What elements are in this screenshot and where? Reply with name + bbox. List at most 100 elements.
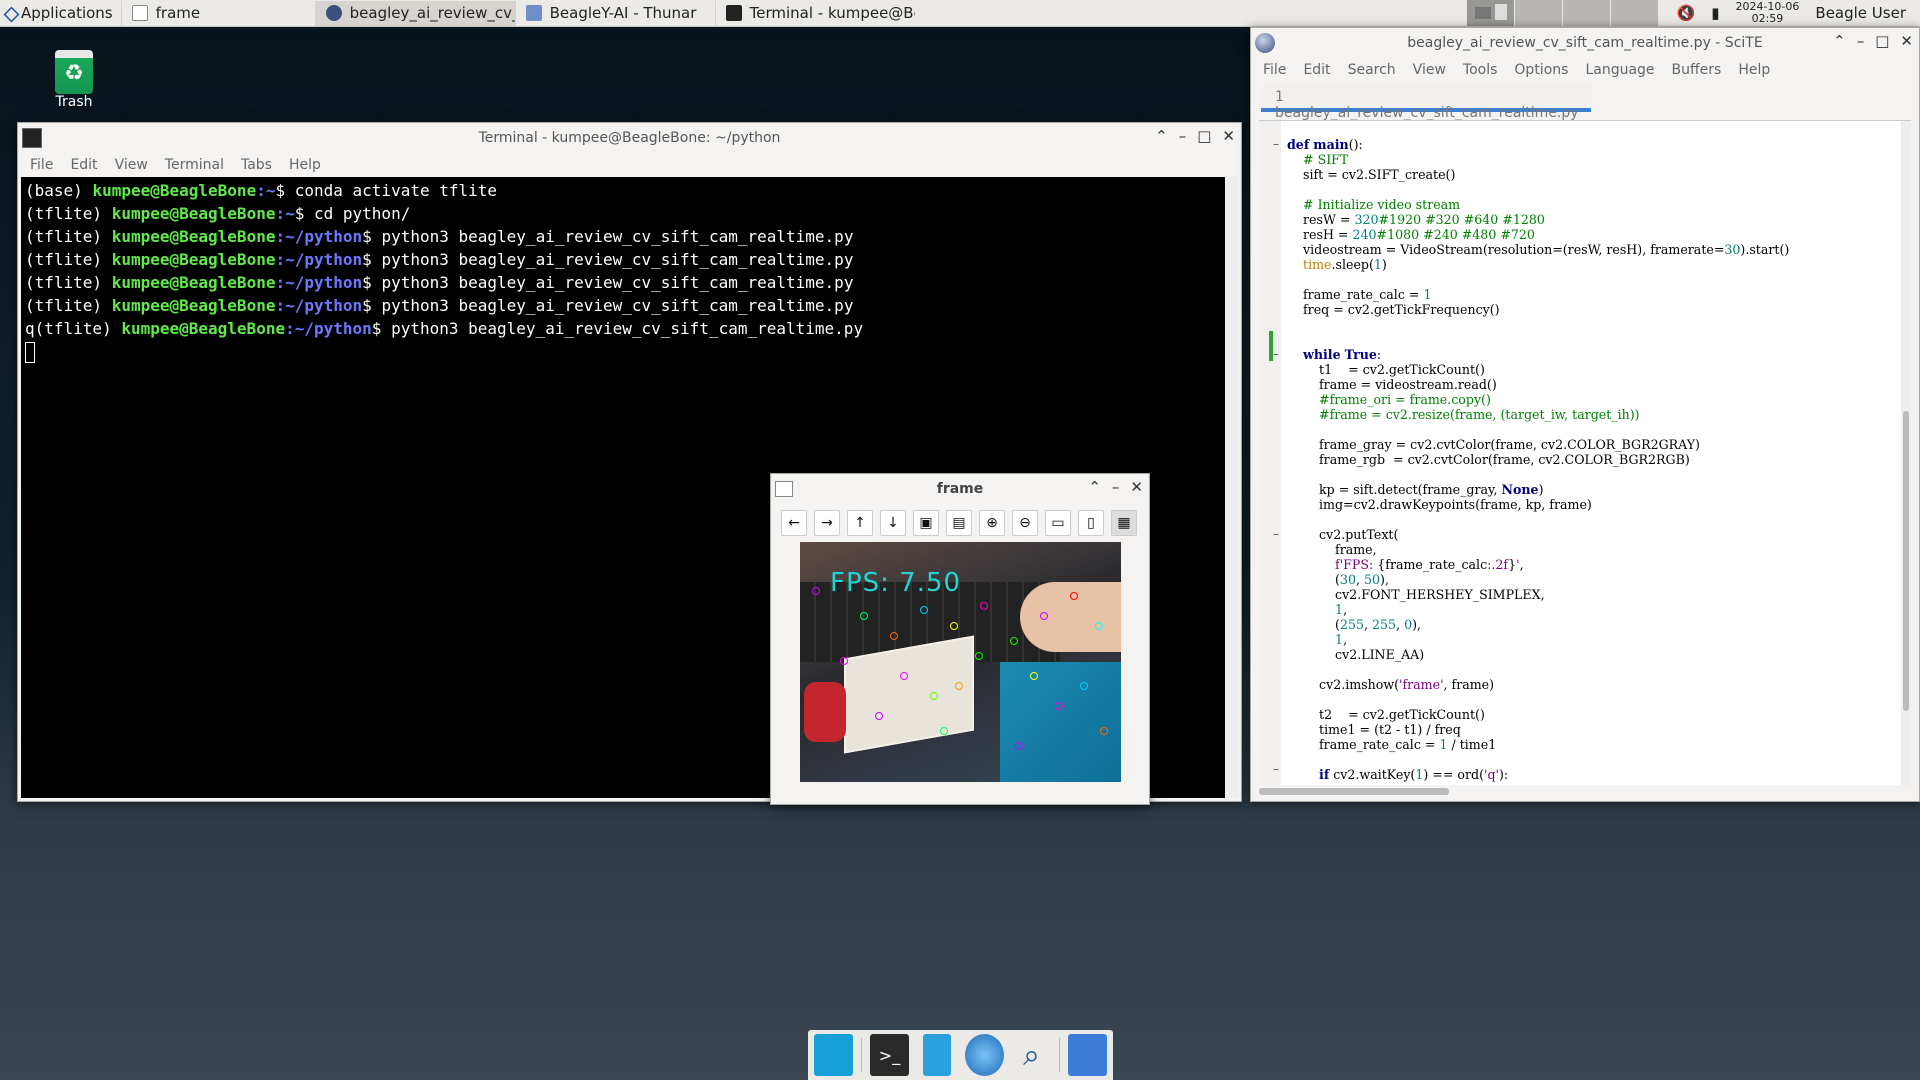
trash-label: Trash <box>55 94 93 110</box>
trash-icon: ♻ <box>55 50 93 94</box>
opencv-frame-window: frame ⌃ – ✕ ← → ↑ ↓ ▣ ▤ ⊕ ⊖ ▭ ▯ ▦ FPS: 7… <box>770 473 1150 805</box>
taskbar-item-frame[interactable]: frame <box>120 0 315 26</box>
terminal-line: (base) kumpee@BeagleBone:~$ conda activa… <box>25 181 498 200</box>
arrow-left-icon[interactable]: ← <box>781 510 807 536</box>
zoom-out-icon[interactable]: ⊖ <box>1012 510 1038 536</box>
applications-icon <box>3 6 17 20</box>
menu-tools[interactable]: Tools <box>1463 62 1498 78</box>
terminal-icon <box>22 128 42 148</box>
show-desktop-icon[interactable] <box>814 1034 854 1076</box>
folder-icon[interactable] <box>1067 1034 1107 1076</box>
window-title: beagley_ai_review_cv_sift_cam_realtime.p… <box>1407 35 1763 51</box>
menu-options[interactable]: Options <box>1514 62 1568 78</box>
shade-icon[interactable]: ⌃ <box>1833 32 1846 50</box>
terminal-line: (tflite) kumpee@BeagleBone:~/python$ pyt… <box>25 296 854 315</box>
volume-muted-icon[interactable]: 🔇 <box>1677 4 1696 22</box>
save-icon[interactable]: ▭ <box>1045 510 1071 536</box>
taskbar-item-terminal[interactable]: Terminal - kumpee@Be... <box>714 0 915 26</box>
terminal-menubar: File Edit View Terminal Tabs Help <box>18 153 1241 177</box>
applications-label: Applications <box>21 4 113 22</box>
minimize-icon[interactable]: – <box>1179 127 1187 145</box>
camera-frame-image: FPS: 7.50 <box>800 542 1121 782</box>
maximize-icon[interactable]: □ <box>1197 127 1211 145</box>
window-title: Terminal - kumpee@BeagleBone: ~/python <box>478 130 781 146</box>
dock: >_ ⌕ <box>808 1030 1113 1080</box>
horizontal-scrollbar[interactable] <box>1259 788 1901 797</box>
terminal-line: q(tflite) kumpee@BeagleBone:~/python$ py… <box>25 319 864 338</box>
shade-icon[interactable]: ⌃ <box>1155 127 1168 145</box>
terminal-line: (tflite) kumpee@BeagleBone:~/python$ pyt… <box>25 227 854 246</box>
properties-icon[interactable]: ▦ <box>1111 510 1137 536</box>
battery-icon[interactable]: ▮ <box>1711 4 1719 22</box>
workspace-1[interactable] <box>1466 0 1515 26</box>
terminal-icon <box>725 5 742 21</box>
vertical-scrollbar[interactable] <box>1901 121 1911 785</box>
user-menu[interactable]: Beagle User <box>1815 4 1912 22</box>
clock[interactable]: 2024-10-06 02:59 <box>1735 1 1799 25</box>
terminal-scrollbar[interactable] <box>1226 177 1238 798</box>
terminal-icon[interactable]: >_ <box>869 1034 910 1076</box>
maximize-icon[interactable]: □ <box>1875 32 1889 50</box>
menu-buffers[interactable]: Buffers <box>1672 62 1722 78</box>
applications-menu-button[interactable]: Applications <box>0 0 117 27</box>
code-editor[interactable]: – – – – def main(): # SIFT sift = cv2.SI… <box>1259 120 1911 785</box>
desktop-trash[interactable]: ♻ Trash <box>50 50 98 110</box>
menu-language[interactable]: Language <box>1585 62 1654 78</box>
close-icon[interactable]: ✕ <box>1222 127 1235 145</box>
menu-view[interactable]: View <box>115 157 148 173</box>
workspace-4[interactable] <box>1610 0 1659 26</box>
fold-margin[interactable]: – – – – <box>1259 121 1281 785</box>
scite-tabstrip: 1 beagley_ai_review_cv_sift_cam_realtime… <box>1251 82 1919 121</box>
frame-titlebar[interactable]: frame ⌃ – ✕ <box>771 474 1149 504</box>
menu-terminal[interactable]: Terminal <box>165 157 224 173</box>
top-panel: Applications frame beagley_ai_review_cv_… <box>0 0 1920 27</box>
zoom-in-icon[interactable]: ⊕ <box>979 510 1005 536</box>
terminal-line: (tflite) kumpee@BeagleBone:~$ cd python/ <box>25 204 411 223</box>
terminal-titlebar[interactable]: Terminal - kumpee@BeagleBone: ~/python ⌃… <box>18 123 1241 153</box>
menu-help[interactable]: Help <box>289 157 321 173</box>
window-title: frame <box>936 481 984 497</box>
menu-edit[interactable]: Edit <box>1303 62 1330 78</box>
menu-tabs[interactable]: Tabs <box>241 157 272 173</box>
close-icon[interactable]: ✕ <box>1130 478 1143 496</box>
taskbar-item-thunar[interactable]: BeagleY-AI - Thunar <box>514 0 715 26</box>
close-icon[interactable]: ✕ <box>1900 32 1913 50</box>
change-marker <box>1269 331 1273 361</box>
menu-edit[interactable]: Edit <box>70 157 97 173</box>
window-icon <box>131 5 148 21</box>
scite-menubar: File Edit Search View Tools Options Lang… <box>1251 58 1919 82</box>
menu-search[interactable]: Search <box>1348 62 1396 78</box>
image-settings-icon[interactable]: ▤ <box>946 510 972 536</box>
file-manager-icon[interactable] <box>923 1034 951 1076</box>
terminal-line: (tflite) kumpee@BeagleBone:~/python$ pyt… <box>25 250 854 269</box>
file-tab[interactable]: 1 beagley_ai_review_cv_sift_cam_realtime… <box>1261 86 1591 121</box>
window-icon <box>775 481 793 497</box>
folder-icon <box>525 5 542 21</box>
menu-file[interactable]: File <box>1263 62 1286 78</box>
arrow-right-icon[interactable]: → <box>814 510 840 536</box>
workspace-switcher[interactable] <box>1466 0 1659 26</box>
source-code: def main(): # SIFT sift = cv2.SIFT_creat… <box>1287 137 1790 782</box>
menu-file[interactable]: File <box>30 157 53 173</box>
taskbar-item-scite[interactable]: beagley_ai_review_cv_... <box>314 0 515 26</box>
scite-icon <box>325 5 342 21</box>
app-finder-icon[interactable]: ⌕ <box>1012 1034 1051 1076</box>
shade-icon[interactable]: ⌃ <box>1088 478 1101 496</box>
minimize-icon[interactable]: – <box>1857 32 1865 50</box>
menu-help[interactable]: Help <box>1738 62 1770 78</box>
arrow-down-icon[interactable]: ↓ <box>880 510 906 536</box>
arrow-up-icon[interactable]: ↑ <box>847 510 873 536</box>
image-icon[interactable]: ▣ <box>913 510 939 536</box>
web-browser-icon[interactable] <box>964 1034 1004 1076</box>
scite-titlebar[interactable]: beagley_ai_review_cv_sift_cam_realtime.p… <box>1251 28 1919 58</box>
terminal-cursor <box>25 342 35 363</box>
red-jar-region <box>804 682 846 742</box>
workspace-2[interactable] <box>1514 0 1563 26</box>
fps-overlay: FPS: 7.50 <box>830 568 962 598</box>
workspace-3[interactable] <box>1562 0 1611 26</box>
frame-toolbar: ← → ↑ ↓ ▣ ▤ ⊕ ⊖ ▭ ▯ ▦ <box>771 504 1149 542</box>
menu-view[interactable]: View <box>1413 62 1446 78</box>
scite-icon <box>1255 33 1275 53</box>
minimize-icon[interactable]: – <box>1112 478 1120 496</box>
clipboard-icon[interactable]: ▯ <box>1078 510 1104 536</box>
